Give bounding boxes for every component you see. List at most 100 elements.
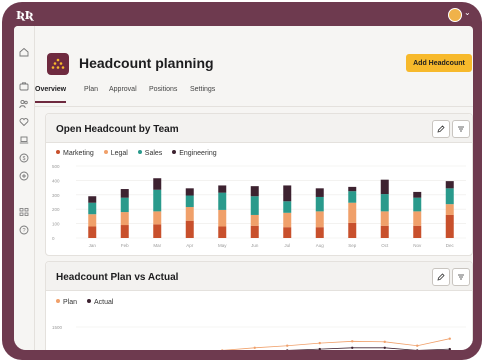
point-plan [351,340,354,343]
people-icon[interactable] [19,99,29,109]
sidebar: $ ? [14,26,35,350]
bar-marketing-nov [413,225,422,238]
card-header: Headcount Plan vs Actual [46,262,472,291]
y-tick-label: 300 [52,193,60,198]
bar-sales-apr [185,195,194,208]
y-tick-label: 400 [52,178,60,183]
headcount-bar-chart: 0 100 200 300 400 500 Jan Feb Mar Apr May Jun Jul Aug… [52,164,466,248]
bar-sales-jan [88,202,97,215]
x-tick-label: Jun [251,243,259,248]
x-tick-label: Feb [121,243,129,248]
bar-engineering-feb [120,189,129,198]
add-headcount-button[interactable]: Add Headcount [406,54,472,72]
filter-button[interactable] [452,268,470,286]
x-tick-label: Jul [284,243,290,248]
bar-sales-jul [283,201,292,213]
tab-overview[interactable]: Overview [35,86,67,103]
bar-legal-may [218,209,227,227]
bar-sales-dec [445,188,454,205]
main-content: Headcount planning Add Headcount Overvie… [35,26,473,350]
x-tick-label: May [218,243,227,248]
bar-engineering-jun [250,186,259,197]
bar-engineering-may [218,185,227,193]
point-plan [448,337,451,340]
bar-legal-oct [380,211,389,226]
point-actual [416,349,419,350]
bar-marketing-aug [315,227,324,238]
legend-plan: Plan [56,299,77,306]
svg-text:?: ? [22,228,25,234]
legend-legal: Legal [103,150,128,157]
filter-button[interactable] [452,120,470,138]
bar-marketing-oct [380,225,389,238]
bar-legal-aug [315,211,324,228]
bar-engineering-dec [445,181,454,189]
headcount-icon [47,53,69,75]
bar-legal-jan [88,214,97,227]
bar-sales-feb [120,197,129,213]
pencil-icon [437,125,445,133]
laptop-icon[interactable] [19,135,29,145]
filter-icon [458,274,464,280]
tab-positions[interactable]: Positions [149,86,177,93]
tab-bar: Overview Plan Approval Positions Setting… [35,86,473,107]
bar-engineering-mar [153,178,162,190]
help-icon[interactable]: ? [19,225,29,235]
bar-marketing-jun [250,225,259,238]
card-header: Open Headcount by Team [46,114,472,143]
plan-vs-actual-card: Headcount Plan vs Actual Plan Actual 150… [45,261,473,350]
bar-legal-jun [250,214,259,226]
filter-icon [458,126,464,132]
bar-legal-feb [120,212,129,226]
bar-sales-oct [380,194,389,212]
bar-sales-jun [250,196,259,215]
tab-settings[interactable]: Settings [190,86,215,93]
home-icon[interactable] [19,47,29,57]
bar-legal-dec [445,204,454,215]
edit-button[interactable] [432,268,450,286]
edit-button[interactable] [432,120,450,138]
bar-legal-sep [348,202,357,223]
point-actual [448,347,451,350]
point-plan [383,340,386,344]
point-plan [286,344,289,347]
bar-legal-jul [283,212,292,228]
chevron-down-icon[interactable]: ⌄ [464,8,471,17]
headcount-by-team-card: Open Headcount by Team Marketing Legal S… [45,113,473,256]
user-avatar[interactable] [448,8,462,22]
tab-plan[interactable]: Plan [84,86,98,93]
bar-engineering-nov [413,191,422,198]
point-actual [351,346,354,349]
x-tick-label: Apr [186,243,194,248]
line-plan [222,338,450,350]
bar-marketing-dec [445,214,454,238]
tab-approval[interactable]: Approval [109,86,137,93]
plan-vs-actual-line-chart: 1500500 [52,325,466,350]
x-tick-label: Nov [413,243,422,248]
bar-marketing-mar [153,224,162,238]
bar-marketing-may [218,226,227,238]
x-tick-label: Jan [89,243,97,248]
bar-sales-nov [413,197,422,212]
bar-marketing-jul [283,227,292,238]
card-title: Open Headcount by Team [56,124,179,135]
line-actual [287,347,450,350]
bar-sales-aug [315,196,324,212]
dollar-icon[interactable]: $ [19,153,29,163]
org-chart-icon[interactable] [19,207,29,217]
y-tick-label: 100 [52,222,60,227]
legend-actual: Actual [86,299,113,306]
app-logo[interactable]: ƦƦ [16,9,34,22]
page-title: Headcount planning [79,55,214,71]
bar-sales-mar [153,189,162,212]
device-frame: ƦƦ ⌄ $ ? Headcount planning Add Headcoun… [2,2,482,360]
svg-text:$: $ [23,156,26,162]
card-title: Headcount Plan vs Actual [56,272,179,283]
plus-circle-icon[interactable] [19,171,29,181]
heart-icon[interactable] [19,117,29,127]
bar-legal-apr [185,207,194,221]
x-tick-label: Oct [381,243,389,248]
legend-sales: Sales [137,150,162,157]
briefcase-icon[interactable] [19,81,29,91]
y-tick-label: 0 [52,236,55,241]
